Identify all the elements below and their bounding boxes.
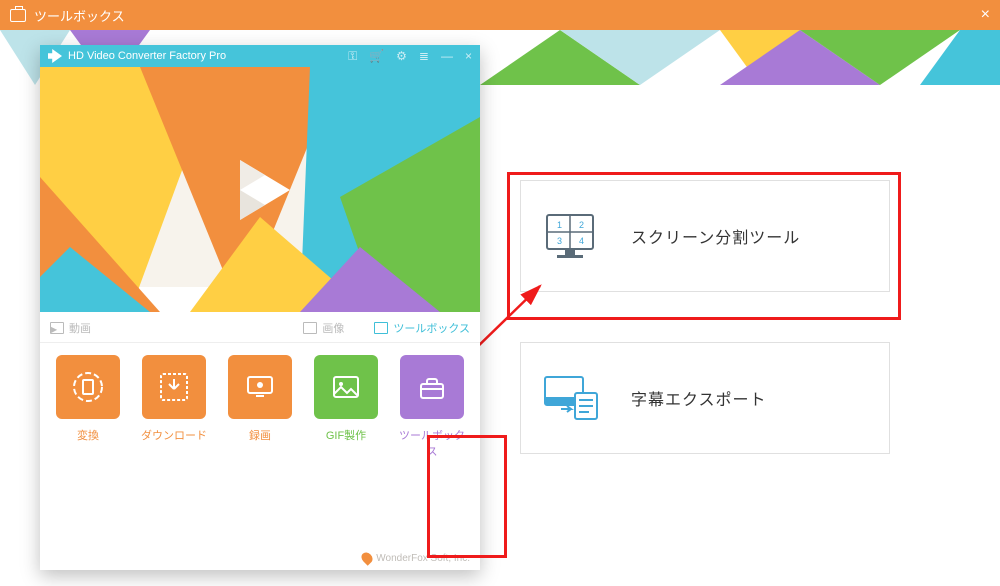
play-logo-icon: [220, 150, 300, 230]
window-title-bar: ツールボックス ×: [0, 0, 1000, 30]
app-footer: WonderFox Soft, Inc.: [362, 552, 470, 564]
download-icon: [142, 355, 206, 419]
tile-record-label: 録画: [222, 427, 298, 443]
toolbox-tile-icon: [400, 355, 464, 419]
wonderfox-icon: [359, 550, 375, 566]
tool-list: 1 2 3 4 スクリーン分割ツール 字幕エクスポート: [520, 180, 890, 504]
svg-text:1: 1: [557, 220, 562, 230]
gear-icon[interactable]: ⚙: [396, 49, 407, 63]
tile-convert-label: 変換: [50, 427, 126, 443]
tool-subtitle-export-label: 字幕エクスポート: [631, 386, 767, 410]
close-button[interactable]: ×: [981, 6, 990, 24]
category-tabs: 動画 画像 ツールボックス: [40, 312, 480, 343]
app-title: HD Video Converter Factory Pro: [68, 50, 226, 62]
cart-icon[interactable]: 🛒: [369, 49, 384, 63]
app-header: HD Video Converter Factory Pro ⚿ 🛒 ⚙ ≣ —…: [40, 45, 480, 67]
svg-text:2: 2: [579, 220, 584, 230]
tile-download-label: ダウンロード: [136, 427, 212, 443]
tile-gif[interactable]: GIF製作: [308, 355, 384, 459]
tool-subtitle-export[interactable]: 字幕エクスポート: [520, 342, 890, 454]
menu-icon[interactable]: ≣: [419, 49, 429, 63]
tab-toolbox[interactable]: ツールボックス: [374, 320, 470, 336]
svg-text:3: 3: [557, 236, 562, 246]
function-tiles: 変換 ダウンロード 録画 GIF製作 ツールボックス: [40, 343, 480, 469]
tile-download[interactable]: ダウンロード: [136, 355, 212, 459]
tile-gif-label: GIF製作: [308, 427, 384, 443]
toolbox-icon: [10, 9, 26, 22]
tile-toolbox[interactable]: ツールボックス: [394, 355, 470, 459]
tile-record[interactable]: 録画: [222, 355, 298, 459]
minimize-button[interactable]: —: [441, 49, 453, 63]
tool-screen-split[interactable]: 1 2 3 4 スクリーン分割ツール: [520, 180, 890, 292]
tile-convert[interactable]: 変換: [50, 355, 126, 459]
app-close-button[interactable]: ×: [465, 49, 472, 63]
gif-icon: [314, 355, 378, 419]
convert-icon: [56, 355, 120, 419]
hero-banner: [40, 67, 480, 312]
tool-screen-split-label: スクリーン分割ツール: [631, 224, 800, 248]
app-window: HD Video Converter Factory Pro ⚿ 🛒 ⚙ ≣ —…: [40, 45, 480, 570]
tab-image[interactable]: 画像: [303, 320, 344, 336]
tile-toolbox-label: ツールボックス: [394, 427, 470, 459]
screen-split-icon: 1 2 3 4: [541, 211, 601, 261]
subtitle-export-icon: [541, 373, 601, 423]
window-title: ツールボックス: [34, 6, 125, 25]
app-logo-icon: [48, 49, 62, 63]
svg-text:4: 4: [579, 236, 584, 246]
record-icon: [228, 355, 292, 419]
tab-video[interactable]: 動画: [50, 320, 91, 336]
key-icon[interactable]: ⚿: [348, 49, 357, 64]
